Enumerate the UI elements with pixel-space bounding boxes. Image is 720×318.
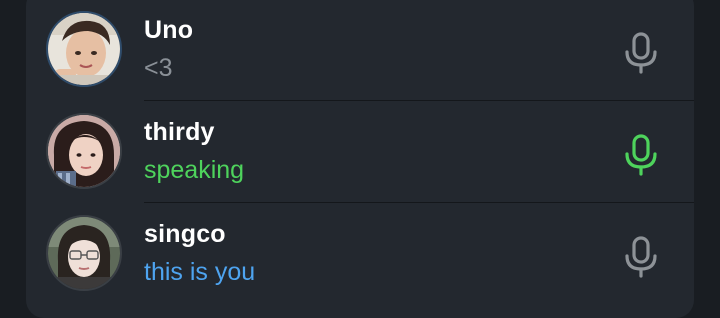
participant-name: Uno <box>144 16 194 44</box>
participant-row[interactable]: singco this is you <box>26 202 694 304</box>
avatar-photo <box>48 115 120 187</box>
avatar-photo <box>48 217 120 289</box>
participant-name: thirdy <box>144 118 215 146</box>
avatar[interactable] <box>46 11 122 87</box>
participant-status: <3 <box>144 54 173 82</box>
mic-icon[interactable] <box>622 32 660 74</box>
avatar-photo <box>48 13 120 85</box>
avatar[interactable] <box>46 113 122 189</box>
participant-status: speaking <box>144 156 245 184</box>
participant-row[interactable]: thirdy speaking <box>26 100 694 202</box>
mic-icon[interactable] <box>622 134 660 176</box>
participant-name: singco <box>144 220 226 248</box>
participant-row[interactable]: Uno <3 <box>26 0 694 100</box>
participant-status: this is you <box>144 258 256 286</box>
avatar[interactable] <box>46 215 122 291</box>
mic-icon[interactable] <box>622 236 660 278</box>
